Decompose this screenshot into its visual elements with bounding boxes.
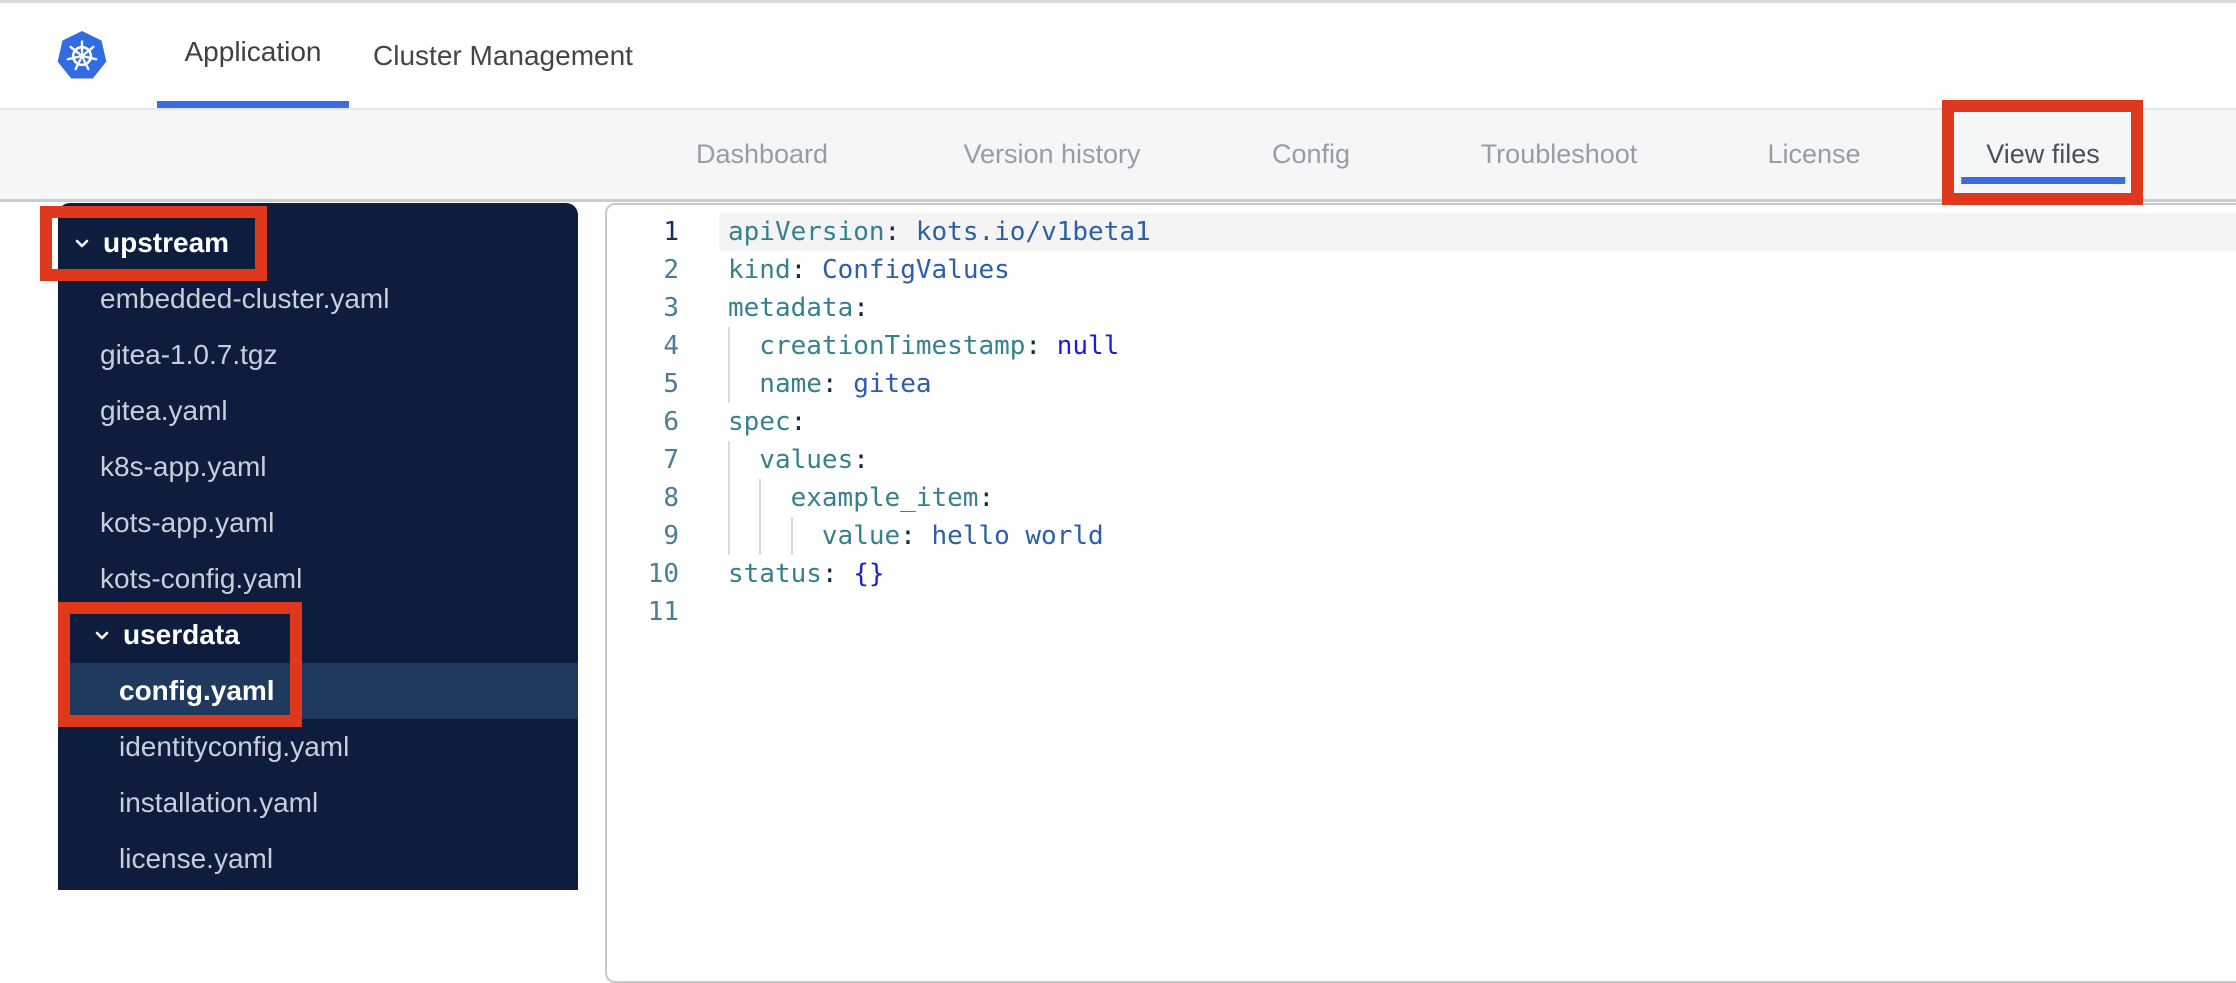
tab-cluster-management-label: Cluster Management: [373, 39, 633, 71]
tab-cluster-management[interactable]: Cluster Management: [372, 3, 634, 108]
code-text: value: hello world: [719, 517, 2236, 555]
indent-guide: [728, 327, 759, 365]
tree-item-identityconfig-yaml[interactable]: identityconfig.yaml: [58, 719, 578, 775]
code-text: spec:: [728, 407, 807, 437]
file-tree: upstream embedded-cluster.yaml gitea-1.0.7…: [58, 203, 578, 890]
line-number: 1: [663, 217, 679, 247]
tree-item-installation-yaml[interactable]: installation.yaml: [58, 775, 578, 831]
file-editor[interactable]: 1 apiVersion: kots.io/v1beta1 2 kind: Confi…: [605, 203, 2236, 983]
tree-item-gitea-yaml[interactable]: gitea.yaml: [58, 383, 578, 439]
nav-item-label: License: [1767, 139, 1861, 169]
kubernetes-logo-icon: [56, 29, 108, 83]
tree-item-kots-app-yaml[interactable]: kots-app.yaml: [58, 495, 578, 551]
file-label: installation.yaml: [119, 787, 319, 818]
tree-item-k8s-app-yaml[interactable]: k8s-app.yaml: [58, 439, 578, 495]
tree-item-gitea-1-0-7-tgz[interactable]: gitea-1.0.7.tgz: [58, 327, 578, 383]
line-number: 11: [647, 597, 679, 627]
indent-guide: [728, 479, 759, 517]
line-number: 5: [663, 369, 679, 399]
code-text: kind: ConfigValues: [728, 255, 1010, 285]
nav-item-version-history[interactable]: Version history: [963, 110, 1140, 199]
tree-item-kots-config-yaml[interactable]: kots-config.yaml: [58, 551, 578, 607]
nav-item-label: Dashboard: [695, 139, 829, 169]
line-number: 7: [663, 445, 679, 475]
file-label: kots-config.yaml: [100, 563, 303, 594]
tree-item-userdata[interactable]: userdata: [58, 607, 578, 663]
editor-line-11: 11: [607, 593, 2236, 631]
code-text: name: gitea: [719, 365, 2236, 403]
editor-line-3: 3 metadata:: [607, 289, 2236, 327]
app-header: Application Cluster Management: [0, 3, 2236, 108]
indent-guide: [759, 517, 790, 555]
editor-line-1: 1 apiVersion: kots.io/v1beta1: [607, 213, 2236, 251]
editor-line-8: 8 example_item:: [607, 479, 2236, 517]
tab-application-label: Application: [184, 36, 322, 67]
code-text: status: {}: [728, 559, 885, 589]
nav-item-dashboard[interactable]: Dashboard: [696, 110, 828, 199]
line-number: 4: [663, 331, 679, 361]
chevron-down-icon[interactable]: [72, 233, 92, 253]
file-label: embedded-cluster.yaml: [100, 283, 390, 314]
indent-guide: [728, 517, 759, 555]
code-text: apiVersion: kots.io/v1beta1: [719, 213, 2236, 251]
code-text: creationTimestamp: null: [719, 327, 2236, 365]
file-label: k8s-app.yaml: [100, 451, 267, 482]
indent-guide: [728, 441, 759, 479]
line-number: 2: [663, 255, 679, 285]
editor-line-2: 2 kind: ConfigValues: [607, 251, 2236, 289]
nav-item-label: Troubleshoot: [1480, 139, 1638, 169]
indent-guide: [728, 365, 759, 403]
code-text: values:: [719, 441, 2236, 479]
line-number: 3: [663, 293, 679, 323]
indent-guide: [790, 517, 822, 555]
tree-item-license-yaml[interactable]: license.yaml: [58, 831, 578, 887]
tab-application[interactable]: Application: [157, 3, 349, 108]
editor-line-6: 6 spec:: [607, 403, 2236, 441]
editor-line-4: 4 creationTimestamp: null: [607, 327, 2236, 365]
editor-line-9: 9 value: hello world: [607, 517, 2236, 555]
nav-item-config[interactable]: Config: [1272, 110, 1350, 199]
code-text: example_item:: [719, 479, 2236, 517]
nav-item-label: Config: [1271, 139, 1351, 169]
file-label: gitea.yaml: [100, 395, 228, 426]
line-number: 10: [647, 559, 679, 589]
nav-item-label: Version history: [963, 139, 1141, 169]
nav-item-label: View files: [1986, 139, 2100, 169]
nav-item-view-files[interactable]: View files: [1961, 110, 2125, 199]
tree-item-config-yaml[interactable]: config.yaml: [58, 663, 578, 719]
file-label: config.yaml: [119, 675, 275, 706]
file-label: identityconfig.yaml: [119, 731, 350, 762]
folder-label: upstream: [103, 227, 230, 258]
code-text: metadata:: [728, 293, 869, 323]
file-label: kots-app.yaml: [100, 507, 275, 538]
editor-line-10: 10 status: {}: [607, 555, 2236, 593]
file-label: gitea-1.0.7.tgz: [100, 339, 278, 370]
line-number: 8: [663, 483, 679, 513]
folder-label: userdata: [123, 619, 240, 650]
editor-line-7: 7 values:: [607, 441, 2236, 479]
tree-item-embedded-cluster-yaml[interactable]: embedded-cluster.yaml: [58, 271, 578, 327]
line-number: 6: [663, 407, 679, 437]
chevron-down-icon[interactable]: [92, 625, 112, 645]
line-number: 9: [663, 521, 679, 551]
tree-item-upstream[interactable]: upstream: [58, 215, 578, 271]
editor-lines: 1 apiVersion: kots.io/v1beta1 2 kind: Confi…: [607, 213, 2236, 631]
nav-item-troubleshoot[interactable]: Troubleshoot: [1481, 110, 1638, 199]
active-tab-underline: [1961, 177, 2125, 184]
secondary-nav: Dashboard Version history Config Troublesho…: [0, 108, 2236, 202]
editor-line-5: 5 name: gitea: [607, 365, 2236, 403]
nav-item-license[interactable]: License: [1767, 110, 1860, 199]
indent-guide: [759, 479, 790, 517]
file-label: license.yaml: [119, 843, 274, 874]
